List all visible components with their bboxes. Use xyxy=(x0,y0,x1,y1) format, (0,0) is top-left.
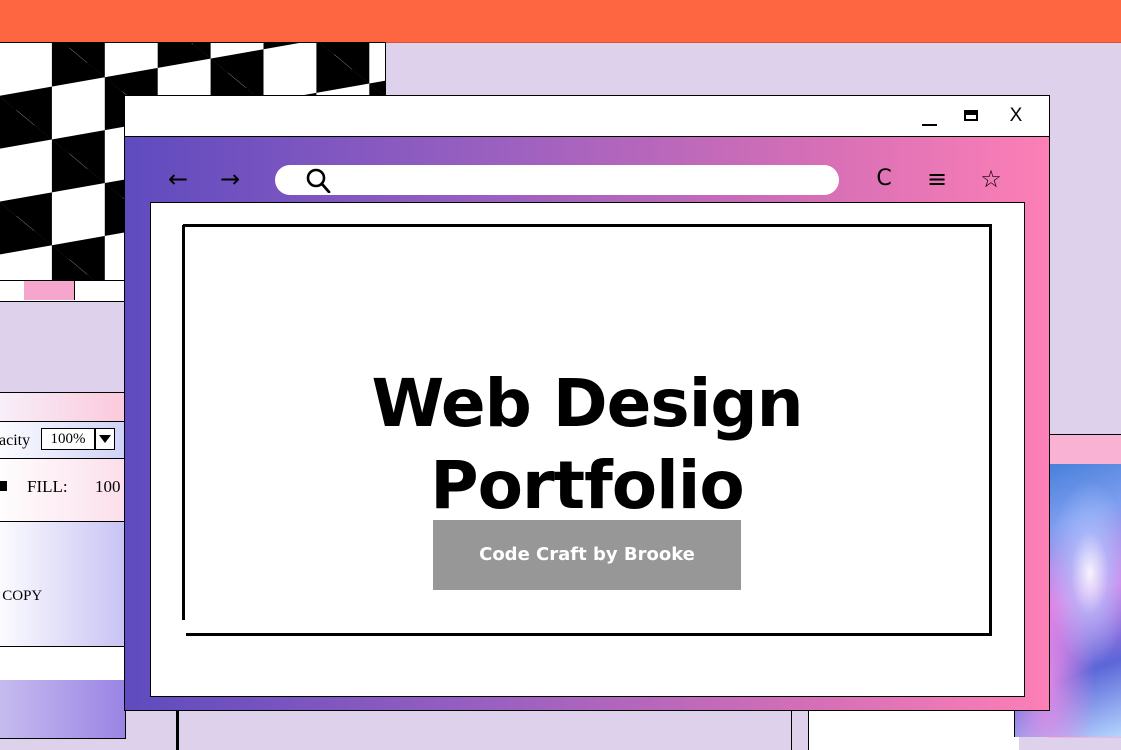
back-arrow-icon[interactable]: ← xyxy=(167,165,189,193)
search-icon xyxy=(306,168,331,193)
top-bar xyxy=(0,0,1121,43)
title-line-1: Web Design xyxy=(371,365,803,442)
browser-window: X ← → C ≡ ☆ Web Design Portfolio Code Cr… xyxy=(124,95,1050,711)
checker-tab-active[interactable] xyxy=(24,281,75,300)
lock-icon[interactable] xyxy=(0,481,7,491)
browser-chrome: ← → C ≡ ☆ Web Design Portfolio Code Craf… xyxy=(125,137,1049,710)
title-line-2: Portfolio xyxy=(430,447,744,524)
fill-value[interactable]: 100 xyxy=(95,477,121,497)
dropdown-arrow-icon[interactable] xyxy=(95,428,115,450)
menu-icon[interactable]: ≡ xyxy=(925,165,949,193)
fill-label: FILL: xyxy=(27,477,68,496)
fill-row: FILL: 100 xyxy=(0,459,125,522)
search-input[interactable] xyxy=(275,165,839,195)
star-icon[interactable]: ☆ xyxy=(979,165,1003,193)
frame-line xyxy=(186,633,992,636)
opacity-label: pacity xyxy=(0,432,31,449)
opacity-value-field[interactable]: 100% xyxy=(41,428,95,450)
window-titlebar: X xyxy=(125,96,1049,137)
close-icon[interactable]: X xyxy=(1005,104,1027,128)
checker-tab[interactable] xyxy=(0,281,25,300)
layers-panel: pacity 100% FILL: 100 1 COPY xyxy=(0,392,126,739)
frame-line xyxy=(182,225,185,620)
opacity-row: pacity 100% xyxy=(0,422,125,459)
forward-arrow-icon[interactable]: → xyxy=(219,165,241,193)
frame-line xyxy=(989,224,992,636)
subtitle-banner: Code Craft by Brooke xyxy=(433,520,741,590)
layer-item[interactable]: 1 COPY xyxy=(0,522,125,647)
frame-line xyxy=(183,224,991,227)
layers-panel-footer xyxy=(0,680,125,738)
layer-name: 1 COPY xyxy=(0,588,43,604)
page-viewport: Web Design Portfolio Code Craft by Brook… xyxy=(150,202,1025,697)
reload-icon[interactable]: C xyxy=(873,165,895,193)
maximize-icon[interactable] xyxy=(961,104,983,128)
layers-panel-header xyxy=(0,393,125,422)
minimize-icon[interactable] xyxy=(919,104,941,128)
page-title: Web Design Portfolio xyxy=(271,363,903,527)
